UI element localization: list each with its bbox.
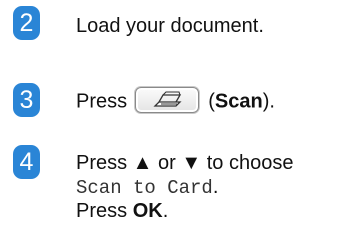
option-line: Scan to Card. — [76, 175, 218, 200]
menu-option-text: Scan to Card — [76, 177, 213, 199]
step-number-badge: 3 — [13, 83, 40, 117]
ok-key-label: OK — [132, 200, 163, 222]
scan-key-button — [134, 87, 199, 113]
scan-key-label: Scan — [214, 90, 263, 113]
step-number: 4 — [19, 147, 34, 176]
instruction-text: Load your document. — [76, 15, 264, 37]
step-text: Load your document. — [76, 14, 264, 38]
step-number-badge: 4 — [13, 145, 40, 179]
step-number: 2 — [19, 8, 34, 37]
paren-open: ( — [208, 90, 215, 113]
press-text: Press — [76, 200, 128, 222]
step-number-badge: 2 — [13, 6, 40, 40]
instruction-text: Press ▲ or ▼ to choose — [76, 152, 294, 174]
press-ok-line: Press OK. — [76, 199, 168, 223]
press-text: Press — [76, 90, 128, 113]
option-suffix: . — [212, 176, 219, 198]
step-text: Press (Scan). — [76, 87, 275, 115]
paren-close: ). — [262, 90, 275, 113]
scanner-icon — [153, 91, 182, 107]
step-number: 3 — [19, 85, 34, 114]
step-text: Press ▲ or ▼ to choose — [76, 151, 293, 175]
key-suffix: . — [162, 200, 169, 222]
